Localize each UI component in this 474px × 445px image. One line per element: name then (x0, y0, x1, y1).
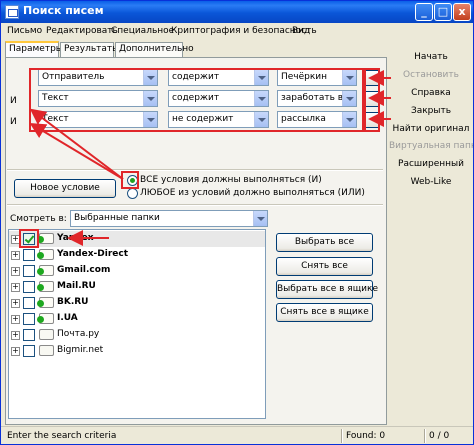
folder-row-yandex-direct[interactable]: + Yandex-Direct (9, 247, 265, 263)
folder-row-pochtaru[interactable]: + Почта.ру (9, 327, 265, 343)
found-count: Found: 0 (346, 431, 386, 441)
menu-view[interactable]: Вид (292, 26, 310, 36)
status-message: Enter the search criteria (7, 431, 117, 441)
expand-icon[interactable]: + (11, 267, 20, 276)
deselect-all-button[interactable]: Снять все (276, 257, 373, 276)
folder-checkbox[interactable] (23, 329, 35, 341)
menu-message[interactable]: Письмо (7, 26, 42, 36)
folder-checkbox[interactable] (23, 345, 35, 357)
advanced-button[interactable]: Расширенный (389, 159, 473, 169)
look-in-value: Выбранные папки (74, 213, 160, 223)
folder-row-mailru[interactable]: + Mail.RU (9, 279, 265, 295)
search-messages-window: Поиск писем _ □ x Письмо Редактировать С… (0, 0, 474, 445)
stop-button[interactable]: Остановить (389, 70, 473, 80)
find-original-button[interactable]: Найти оригинал (389, 124, 473, 134)
folder-row-bkru[interactable]: + BK.RU (9, 295, 265, 311)
condition-3-prefix: И (10, 117, 17, 127)
deselect-all-in-mailbox-button[interactable]: Снять все в ящике (276, 303, 373, 322)
folder-name: Почта.ру (57, 329, 100, 339)
expand-icon[interactable]: + (11, 251, 20, 260)
remove-buttons-highlight-frame (362, 68, 380, 132)
folder-icon (39, 345, 54, 356)
match-all-radio[interactable] (127, 175, 138, 186)
mail-account-icon (37, 249, 54, 260)
match-all-label: ВСЕ условия должны выполняться (И) (140, 175, 322, 185)
app-envelope-icon (5, 5, 19, 19)
select-all-button[interactable]: Выбрать все (276, 233, 373, 252)
help-button[interactable]: Справка (389, 88, 473, 98)
expand-icon[interactable]: + (11, 315, 20, 324)
menu-special[interactable]: Специальное (111, 26, 174, 36)
status-separator (424, 429, 426, 443)
look-in-select[interactable]: Выбранные папки (70, 210, 268, 227)
status-bar: Enter the search criteria Found: 0 0 / 0 (1, 426, 473, 444)
folder-name: Yandex-Direct (57, 249, 128, 259)
maximize-button[interactable]: □ (434, 3, 452, 21)
folder-row-yandex[interactable]: + Yandex (9, 231, 265, 247)
match-any-label: ЛЮБОЕ из условий должно выполняться (ИЛИ… (140, 188, 365, 198)
condition-2-prefix: И (10, 96, 17, 106)
start-button[interactable]: Начать (389, 52, 473, 62)
new-condition-button[interactable]: Новое условие (14, 179, 116, 198)
folder-row-bigmir[interactable]: + Bigmir.net (9, 343, 265, 359)
action-sidebar: Начать Остановить Справка Закрыть Найти … (389, 41, 473, 425)
status-separator (341, 429, 343, 443)
folder-icon (39, 329, 54, 340)
virtual-folder-button[interactable]: Виртуальная папка (389, 141, 473, 151)
folder-checkbox[interactable] (23, 249, 35, 261)
match-any-radio[interactable] (127, 188, 138, 199)
menu-edit[interactable]: Редактировать (46, 26, 118, 36)
close-button[interactable]: x (453, 3, 471, 21)
look-in-label: Смотреть в: (10, 214, 67, 224)
menu-bar: Письмо Редактировать Специальное Криптог… (1, 23, 473, 40)
mail-account-icon (37, 265, 54, 276)
folder-name: I.UA (57, 313, 78, 323)
tab-additional[interactable]: Дополнительно (115, 42, 194, 57)
mail-account-icon (37, 297, 54, 308)
folder-checkbox[interactable] (23, 265, 35, 277)
window-title: Поиск писем (23, 4, 104, 17)
web-like-button[interactable]: Web-Like (389, 177, 473, 187)
expand-icon[interactable]: + (11, 283, 20, 292)
tab-results[interactable]: Результаты (60, 42, 119, 57)
result-counter: 0 / 0 (429, 431, 450, 441)
folder-checkbox[interactable] (23, 281, 35, 293)
folder-row-gmail[interactable]: + Gmail.com (9, 263, 265, 279)
expand-icon[interactable]: + (11, 235, 20, 244)
folder-checkbox[interactable] (23, 313, 35, 325)
folder-checkbox[interactable] (23, 297, 35, 309)
tab-parameters[interactable]: Параметры (5, 41, 63, 57)
folder-checkbox[interactable] (23, 233, 35, 245)
folder-row-iua[interactable]: + I.UA (9, 311, 265, 327)
folder-name: Yandex (57, 233, 94, 243)
expand-icon[interactable]: + (11, 299, 20, 308)
conditions-highlight-frame (29, 68, 366, 132)
expand-icon[interactable]: + (11, 347, 20, 356)
folder-name: Mail.RU (57, 281, 96, 291)
separator (7, 204, 383, 206)
mail-account-icon (37, 233, 54, 244)
minimize-button[interactable]: _ (415, 3, 433, 21)
folder-name: Gmail.com (57, 265, 111, 275)
folder-tree: + Yandex + Yandex-Direct + Gmail.com + M… (8, 229, 266, 419)
select-all-in-mailbox-button[interactable]: Выбрать все в ящике (276, 280, 378, 299)
mail-account-icon (37, 281, 54, 292)
expand-icon[interactable]: + (11, 331, 20, 340)
separator (7, 169, 383, 171)
mail-account-icon (37, 313, 54, 324)
title-bar[interactable]: Поиск писем _ □ x (1, 1, 473, 23)
chevron-down-icon (253, 211, 267, 226)
close-dialog-button[interactable]: Закрыть (389, 106, 473, 116)
folder-name: Bigmir.net (57, 345, 104, 355)
folder-name: BK.RU (57, 297, 89, 307)
